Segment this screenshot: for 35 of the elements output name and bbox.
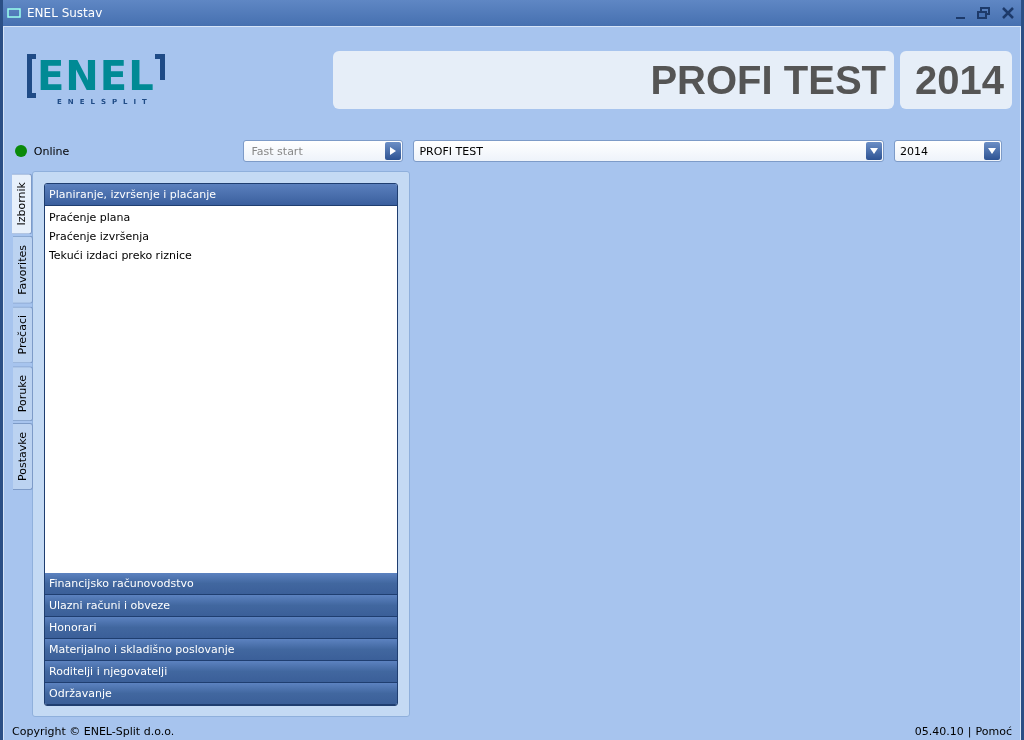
section-header[interactable]: Honorari <box>45 617 397 639</box>
menu-item[interactable]: Praćenje plana <box>45 208 397 227</box>
logo-text: ENEL <box>37 54 155 98</box>
app-icon <box>7 7 21 19</box>
side-tab[interactable]: Poruke <box>13 365 33 421</box>
fast-start-input[interactable]: Fast start <box>249 143 386 159</box>
menu-item[interactable]: Praćenje izvršenja <box>45 227 397 246</box>
year-banner: 2014 <box>900 51 1012 109</box>
year-select[interactable]: 2014 <box>894 140 1002 162</box>
side-tab[interactable]: Prečaci <box>13 306 33 364</box>
dropdown-icon[interactable] <box>866 142 883 160</box>
minimize-icon <box>955 17 965 19</box>
section-header[interactable]: Planiranje, izvršenje i plaćanje <box>45 184 397 206</box>
go-icon[interactable] <box>385 142 402 160</box>
separator-text: | <box>967 724 972 738</box>
section-header[interactable]: Financijsko računovodstvo <box>45 573 397 595</box>
side-tab[interactable]: Izbornik <box>12 173 32 235</box>
fast-start-field[interactable]: Fast start <box>243 140 404 162</box>
version-text: 05.40.10 <box>914 724 964 738</box>
window-title: ENEL Sustav <box>27 6 104 20</box>
section-header[interactable]: Ulazni računi i obveze <box>45 595 397 617</box>
company-banner: PROFI TEST <box>333 51 894 109</box>
help-link[interactable]: Pomoć <box>975 724 1012 738</box>
side-tab[interactable]: Favorites <box>13 236 33 305</box>
section-header[interactable]: Održavanje <box>45 683 397 705</box>
status-label: Online <box>33 144 71 158</box>
section-header[interactable]: Roditelji i njegovatelji <box>45 661 397 683</box>
menu-item[interactable]: Tekući izdaci preko riznice <box>45 246 397 265</box>
side-tab[interactable]: Postavke <box>13 422 33 490</box>
section-header[interactable]: Materijalno i skladišno poslovanje <box>45 639 397 661</box>
restore-button[interactable] <box>975 4 993 22</box>
dropdown-icon[interactable] <box>984 142 1000 160</box>
bracket-icon <box>27 54 37 98</box>
company-select[interactable]: PROFI TEST <box>413 140 885 162</box>
copyright-text: Copyright © ENEL-Split d.o.o. <box>12 724 175 738</box>
